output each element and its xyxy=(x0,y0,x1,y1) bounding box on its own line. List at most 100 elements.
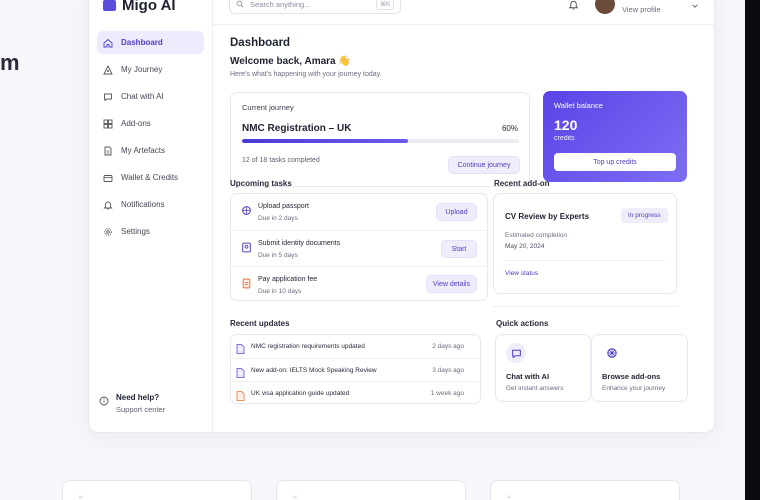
update-time: 2 days ago xyxy=(432,343,464,350)
sidebar-item-label: Chat with AI xyxy=(121,92,164,101)
completion-date: May 20, 2024 xyxy=(505,243,545,250)
quick-action-subtitle: Get instant answers xyxy=(506,385,564,392)
upcoming-tasks-card: Upload passport Due in 2 days Upload Sub… xyxy=(230,193,488,301)
id-card-icon xyxy=(241,240,252,253)
search-input[interactable]: Search anything... ⌘K xyxy=(229,0,401,14)
quick-action-browse-addons[interactable]: Browse add-ons Enhance your journey xyxy=(591,334,688,402)
app-logo[interactable]: Migo AI xyxy=(103,0,176,14)
update-text: NMC registration requirements updated xyxy=(251,343,365,350)
recent-updates-title: Recent updates xyxy=(230,319,290,328)
recent-addon-title: Recent add-on xyxy=(494,179,550,188)
journey-icon xyxy=(103,64,113,75)
wallet-balance-card: Wallet balance 120 credits Top up credit… xyxy=(543,91,687,182)
sidebar-item-chat-with-ai[interactable]: Chat with AI xyxy=(97,85,204,108)
current-journey-card: Current journey NMC Registration – UK 60… xyxy=(230,92,530,187)
sidebar-item-label: Dashboard xyxy=(121,38,163,47)
sidebar-item-settings[interactable]: Settings xyxy=(97,220,204,243)
gear-icon xyxy=(103,227,113,237)
task-row: Upload passport Due in 2 days Upload xyxy=(231,194,487,230)
sidebar-item-label: Add-ons xyxy=(121,119,151,128)
upload-button[interactable]: Upload xyxy=(436,203,477,221)
recent-updates-card: NMC registration requirements updated 2 … xyxy=(230,334,481,404)
testimonial-card: “ xyxy=(62,480,252,500)
view-profile-link[interactable]: View profile xyxy=(622,5,661,14)
sidebar-item-add-ons[interactable]: Add-ons xyxy=(97,112,204,135)
sidebar: Migo AI Dashboard My Journey Chat with A… xyxy=(89,0,213,432)
support-center-link[interactable]: Support center xyxy=(116,405,165,414)
upcoming-tasks-title: Upcoming tasks xyxy=(230,179,292,188)
sidebar-item-notifications[interactable]: Notifications xyxy=(97,193,204,216)
list-item[interactable]: UK visa application guide updated 1 week… xyxy=(231,381,480,404)
task-due: Due in 5 days xyxy=(258,252,298,259)
sidebar-item-my-artefacts[interactable]: My Artefacts xyxy=(97,139,204,162)
sidebar-item-wallet-credits[interactable]: Wallet & Credits xyxy=(97,166,204,189)
addon-name: CV Review by Experts xyxy=(505,212,590,221)
logo-icon xyxy=(103,0,116,11)
task-due: Due in 10 days xyxy=(258,288,302,295)
quick-action-title: Browse add-ons xyxy=(602,372,661,381)
quick-actions-title: Quick actions xyxy=(496,319,549,328)
update-time: 3 days ago xyxy=(432,367,464,374)
document-icon xyxy=(103,146,113,156)
testimonial-card: “ xyxy=(276,480,466,500)
progress-fill xyxy=(242,139,409,143)
update-text: UK visa application guide updated xyxy=(251,390,350,397)
status-badge: In progress xyxy=(621,208,668,223)
sidebar-item-dashboard[interactable]: Dashboard xyxy=(97,31,204,54)
testimonial-card: “ xyxy=(490,480,680,500)
quick-action-title: Chat with AI xyxy=(506,372,550,381)
update-text: New add-on: IELTS Mock Speaking Review xyxy=(251,367,377,374)
list-item[interactable]: New add-on: IELTS Mock Speaking Review 3… xyxy=(231,358,480,381)
wallet-value: 120 xyxy=(554,117,578,133)
task-row: Submit identity documents Due in 5 days … xyxy=(231,230,487,266)
search-icon xyxy=(236,0,244,10)
addons-icon xyxy=(103,119,113,129)
chat-bubble-icon xyxy=(506,343,526,363)
chevron-down-icon[interactable] xyxy=(691,0,699,15)
view-details-button[interactable]: View details xyxy=(426,275,477,293)
passport-icon xyxy=(241,203,252,215)
quick-action-subtitle: Enhance your journey xyxy=(602,385,666,392)
sidebar-nav: Dashboard My Journey Chat with AI Add-on… xyxy=(97,31,204,247)
wallet-unit: credits xyxy=(554,135,575,142)
search-placeholder: Search anything... xyxy=(250,0,311,9)
page-title: Dashboard xyxy=(230,37,291,49)
avatar[interactable] xyxy=(595,0,615,14)
main-content: Dashboard Welcome back, Amara 👋 Here's w… xyxy=(213,25,714,432)
start-button[interactable]: Start xyxy=(441,240,477,258)
task-row: Pay application fee Due in 10 days View … xyxy=(231,266,487,302)
quote-icon: “ xyxy=(507,493,511,500)
welcome-heading: Welcome back, Amara 👋 xyxy=(230,56,351,67)
shortcut-badge: ⌘K xyxy=(375,0,394,10)
journey-label: Current journey xyxy=(242,103,294,112)
journey-progress-bar xyxy=(242,139,519,143)
help-section[interactable]: Need help? Support center xyxy=(99,393,165,414)
sidebar-item-label: Wallet & Credits xyxy=(121,173,179,182)
notifications-bell-icon[interactable] xyxy=(568,0,579,15)
journey-task-count: 12 of 18 tasks completed xyxy=(242,157,320,164)
list-item[interactable]: NMC registration requirements updated 2 … xyxy=(231,335,480,358)
app-window: Migo AI Dashboard My Journey Chat with A… xyxy=(88,0,715,433)
recent-addon-card: CV Review by Experts In progress Estimat… xyxy=(493,193,677,294)
welcome-subtitle: Here's what's happening with your journe… xyxy=(230,71,382,78)
quote-icon: “ xyxy=(79,493,83,500)
quote-icon: “ xyxy=(293,493,297,500)
addons-icon xyxy=(602,343,622,363)
chat-icon xyxy=(103,92,113,102)
sidebar-item-my-journey[interactable]: My Journey xyxy=(97,58,204,81)
quick-action-chat[interactable]: Chat with AI Get instant answers xyxy=(495,334,591,402)
help-title: Need help? xyxy=(116,393,160,402)
sidebar-item-label: My Artefacts xyxy=(121,146,166,155)
home-icon xyxy=(103,38,113,48)
sidebar-item-label: My Journey xyxy=(121,65,163,74)
top-bar: Search anything... ⌘K View profile xyxy=(213,0,714,25)
continue-journey-button[interactable]: Continue journey xyxy=(448,156,520,174)
task-title: Pay application fee xyxy=(258,276,318,283)
app-name: Migo AI xyxy=(122,0,176,14)
journey-title: NMC Registration – UK xyxy=(242,123,352,134)
right-edge-strip xyxy=(745,0,760,500)
journey-percent: 60% xyxy=(501,124,518,133)
view-status-link[interactable]: View status xyxy=(505,270,538,277)
document-icon xyxy=(236,341,245,354)
top-up-credits-button[interactable]: Top up credits xyxy=(554,153,676,171)
